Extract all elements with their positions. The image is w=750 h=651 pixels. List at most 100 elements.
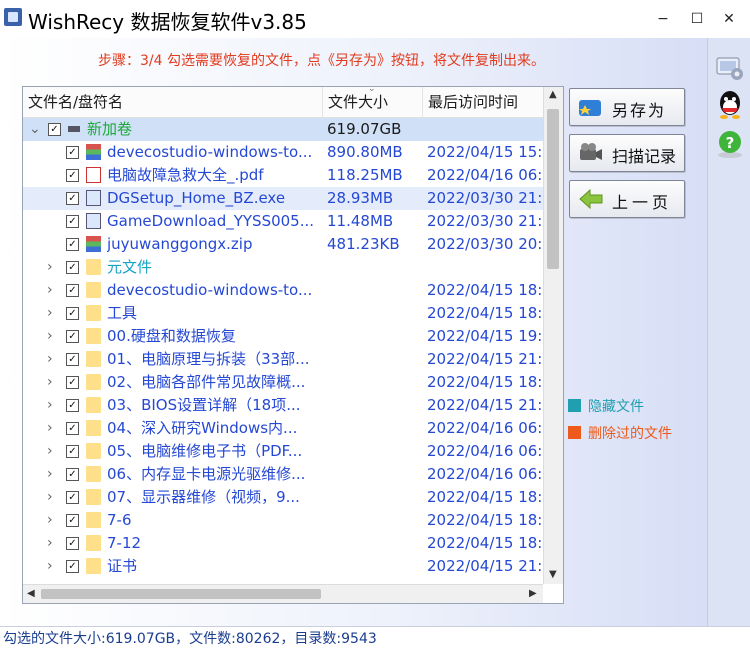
legend-hidden-swatch <box>568 399 581 412</box>
drive-row[interactable]: ⌄ ✓ 新加卷 619.07GB <box>23 118 543 141</box>
file-row[interactable]: › ✓ 00.硬盘和数据恢复 2022/04/15 19:5 <box>23 325 543 348</box>
row-checkbox[interactable]: ✓ <box>66 376 79 389</box>
expand-chevron-icon[interactable]: › <box>47 555 53 578</box>
file-size: 28.93MB <box>327 189 394 207</box>
file-row[interactable]: ✓ 电脑故障急救大全_.pdf 118.25MB 2022/04/16 06:2 <box>23 164 543 187</box>
row-checkbox[interactable]: ✓ <box>66 399 79 412</box>
row-checkbox[interactable]: ✓ <box>66 261 79 274</box>
file-size: 11.48MB <box>327 212 394 230</box>
file-name: 06、内存显卡电源光驱维修... <box>107 465 306 483</box>
file-row[interactable]: ✓ devecostudio-windows-to... 890.80MB 2022/… <box>23 141 543 164</box>
scroll-right-icon[interactable]: ▶ <box>529 588 537 599</box>
file-row[interactable]: › ✓ 01、电脑原理与拆装（33部... 2022/04/15 21:2 <box>23 348 543 371</box>
expand-chevron-icon[interactable]: › <box>47 279 53 302</box>
expand-chevron-icon[interactable]: › <box>47 394 53 417</box>
column-header-name[interactable]: 文件名/盘符名 <box>23 87 323 117</box>
row-checkbox[interactable]: ✓ <box>66 353 79 366</box>
file-row[interactable]: ✓ DGSetup_Home_BZ.exe 28.93MB 2022/03/30 21… <box>23 187 543 210</box>
row-checkbox[interactable]: ✓ <box>66 491 79 504</box>
file-size: 118.25MB <box>327 166 403 184</box>
file-row[interactable]: › ✓ 元文件 <box>23 256 543 279</box>
row-checkbox[interactable]: ✓ <box>66 238 79 251</box>
row-checkbox[interactable]: ✓ <box>66 422 79 435</box>
folder-icon <box>86 535 101 551</box>
file-row[interactable]: › ✓ 02、电脑各部件常见故障概... 2022/04/15 18:4 <box>23 371 543 394</box>
file-list[interactable]: 文件名/盘符名 文件大小 最后访问时间 ⌄ ⌄ ✓ 新加卷 619.07GB ✓ deve… <box>22 86 564 604</box>
sort-caret-icon: ⌄ <box>368 86 376 94</box>
expand-chevron-icon[interactable]: › <box>47 417 53 440</box>
close-button[interactable]: ✕ <box>718 8 740 30</box>
row-checkbox[interactable]: ✓ <box>66 192 79 205</box>
row-checkbox[interactable]: ✓ <box>66 537 79 550</box>
scan-log-button[interactable]: 扫描记录 <box>569 134 685 172</box>
file-row[interactable]: › ✓ 05、电脑维修电子书（PDF... 2022/04/16 06:2 <box>23 440 543 463</box>
file-row[interactable]: › ✓ 7-6 2022/04/15 18:4 <box>23 509 543 532</box>
horizontal-scrollbar[interactable]: ◀ ▶ <box>23 584 543 603</box>
file-date: 2022/04/16 06:2 <box>427 442 543 460</box>
row-checkbox[interactable]: ✓ <box>66 215 79 228</box>
row-checkbox[interactable]: ✓ <box>66 330 79 343</box>
vertical-scrollbar[interactable]: ▲ ▼ <box>543 87 563 584</box>
row-checkbox[interactable]: ✓ <box>66 560 79 573</box>
file-row[interactable]: › ✓ 07、显示器维修（视频，9... 2022/04/15 18:4 <box>23 486 543 509</box>
file-row[interactable]: › ✓ devecostudio-windows-to... 2022/04/15 1… <box>23 279 543 302</box>
file-date: 2022/04/15 15:3 <box>427 143 543 161</box>
file-row[interactable]: › ✓ 04、深入研究Windows内... 2022/04/16 06:2 <box>23 417 543 440</box>
folder-icon <box>86 305 101 321</box>
file-row[interactable]: › ✓ 证书 2022/04/15 21:2 <box>23 555 543 578</box>
scan-log-label: 扫描记录 <box>612 147 677 166</box>
expand-chevron-icon[interactable]: › <box>47 532 53 555</box>
file-row[interactable]: › ✓ 03、BIOS设置详解（18项... 2022/04/15 21:2 <box>23 394 543 417</box>
prev-page-button[interactable]: 上一页 <box>569 180 685 218</box>
side-toolbar: ? <box>707 38 750 626</box>
file-row[interactable]: ✓ GameDownload_YYSS005... 11.48MB 2022/03/3… <box>23 210 543 233</box>
row-checkbox[interactable]: ✓ <box>66 307 79 320</box>
row-checkbox[interactable]: ✓ <box>66 514 79 527</box>
expand-chevron-icon[interactable]: › <box>47 463 53 486</box>
maximize-button[interactable]: ☐ <box>686 8 708 30</box>
row-checkbox[interactable]: ✓ <box>66 146 79 159</box>
expand-chevron-icon[interactable]: › <box>47 256 53 279</box>
scroll-down-icon[interactable]: ▼ <box>549 569 557 580</box>
file-row[interactable]: › ✓ 工具 2022/04/15 18:4 <box>23 302 543 325</box>
expand-chevron-icon[interactable]: › <box>47 371 53 394</box>
vertical-scroll-thumb[interactable] <box>547 109 559 269</box>
file-date: 2022/03/30 21:0 <box>427 189 543 207</box>
folder-icon <box>86 259 101 275</box>
file-date: 2022/04/16 06:2 <box>427 419 543 437</box>
file-row[interactable]: › ✓ 7-12 2022/04/15 18:4 <box>23 532 543 555</box>
row-checkbox[interactable]: ✓ <box>66 468 79 481</box>
legend-deleted-label: 删除过的文件 <box>588 426 672 442</box>
folder-icon <box>86 374 101 390</box>
folder-icon <box>86 397 101 413</box>
file-name: 7-6 <box>107 511 132 529</box>
row-checkbox[interactable]: ✓ <box>48 123 61 136</box>
file-date: 2022/03/30 21:0 <box>427 212 543 230</box>
archive-icon <box>86 236 101 252</box>
save-as-button[interactable]: 另存为 <box>569 88 685 126</box>
scroll-left-icon[interactable]: ◀ <box>27 588 35 599</box>
row-checkbox[interactable]: ✓ <box>66 284 79 297</box>
help-icon[interactable]: ? <box>714 128 746 160</box>
expand-chevron-icon[interactable]: › <box>47 440 53 463</box>
expand-chevron-icon[interactable]: › <box>47 325 53 348</box>
row-checkbox[interactable]: ✓ <box>66 169 79 182</box>
expand-chevron-icon[interactable]: › <box>47 509 53 532</box>
scroll-up-icon[interactable]: ▲ <box>549 89 557 100</box>
save-as-label: 另存为 <box>612 101 667 120</box>
expand-chevron-icon[interactable]: › <box>47 302 53 325</box>
row-checkbox[interactable]: ✓ <box>66 445 79 458</box>
expand-chevron-icon[interactable]: › <box>47 486 53 509</box>
qq-icon[interactable] <box>714 88 746 120</box>
file-date: 2022/03/30 20:3 <box>427 235 543 253</box>
settings-icon[interactable] <box>714 52 746 84</box>
minimize-button[interactable]: − <box>652 8 674 30</box>
status-bar: 勾选的文件大小:619.07GB，文件数:80262，目录数:9543 <box>0 626 750 651</box>
horizontal-scroll-thumb[interactable] <box>41 589 321 599</box>
file-row[interactable]: ✓ juyuwanggongx.zip 481.23KB 2022/03/30 20:… <box>23 233 543 256</box>
column-header-date[interactable]: 最后访问时间 <box>423 87 543 117</box>
collapse-chevron-icon[interactable]: ⌄ <box>29 118 41 141</box>
expand-chevron-icon[interactable]: › <box>47 348 53 371</box>
file-row[interactable]: › ✓ 06、内存显卡电源光驱维修... 2022/04/16 06:2 <box>23 463 543 486</box>
file-name: 7-12 <box>107 534 142 552</box>
